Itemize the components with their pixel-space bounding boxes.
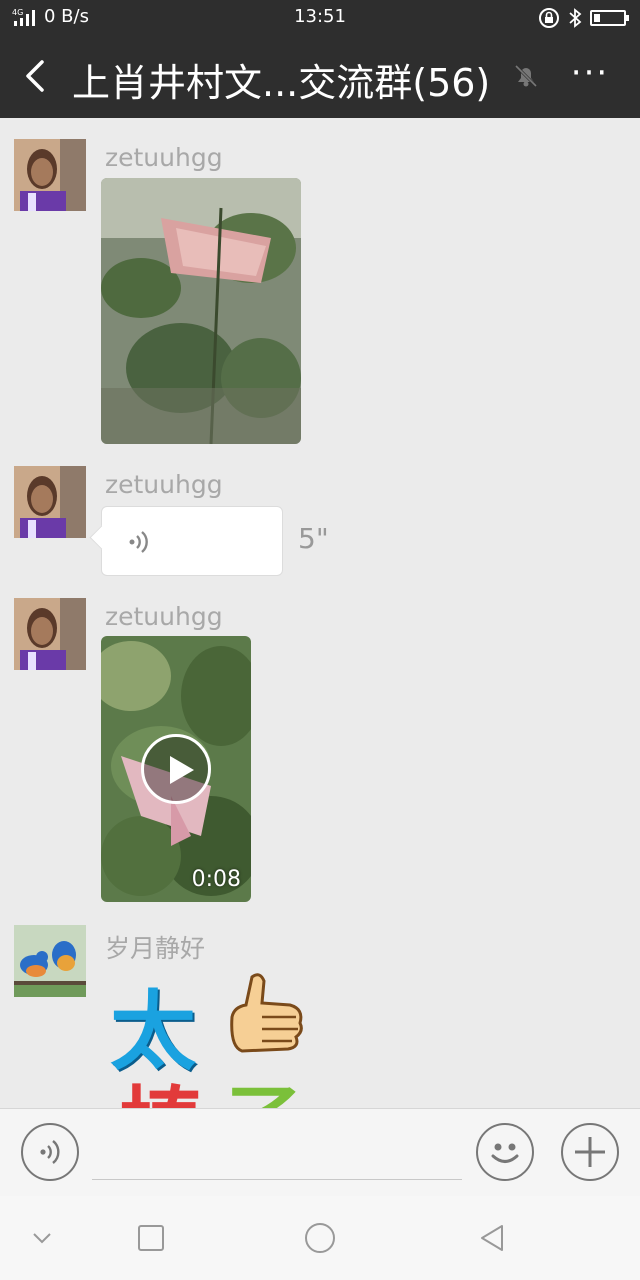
plus-icon[interactable] [561, 1123, 619, 1181]
bell-off-icon [514, 64, 538, 88]
sender-name: zetuuhgg [105, 602, 223, 631]
square-icon[interactable] [129, 1216, 173, 1260]
voice-duration: 5" [298, 522, 329, 555]
chat-title[interactable]: 上肖井村文...交流群(56) [72, 52, 490, 107]
avatar[interactable] [14, 925, 86, 997]
input-bar [0, 1108, 640, 1196]
message-item: 岁月静好 太 棒 了 [14, 925, 614, 1109]
avatar[interactable] [14, 139, 86, 211]
triangle-back-icon[interactable] [470, 1216, 514, 1260]
sticker-text: 棒 [118, 1057, 204, 1109]
message-item: zetuuhgg 5" [14, 466, 614, 586]
video-duration: 0:08 [191, 867, 241, 892]
bluetooth-icon [569, 8, 582, 28]
lock-rotation-icon [539, 8, 559, 28]
sender-name: 岁月静好 [105, 934, 206, 963]
circle-icon[interactable] [298, 1216, 342, 1260]
status-bar: 4G 0 B/s 13:51 [0, 0, 640, 34]
voice-wave-icon [129, 531, 148, 553]
thumbs-up-icon [230, 973, 303, 1053]
message-input[interactable] [92, 1129, 462, 1177]
input-underline [92, 1179, 462, 1180]
chevron-down-icon[interactable] [20, 1216, 64, 1260]
sender-name: zetuuhgg [105, 470, 223, 499]
avatar[interactable] [14, 598, 86, 670]
system-nav-bar [0, 1196, 640, 1280]
sender-name: zetuuhgg [105, 143, 223, 172]
battery-icon [590, 10, 629, 26]
voice-message[interactable] [101, 506, 283, 576]
emoji-icon[interactable] [476, 1123, 534, 1181]
status-right [538, 7, 629, 29]
chat-header: 上肖井村文...交流群(56) ··· [0, 34, 640, 118]
message-item: zetuuhgg [14, 139, 614, 449]
avatar[interactable] [14, 466, 86, 538]
message-item: zetuuhgg 0:08 [14, 598, 614, 908]
voice-icon[interactable] [21, 1123, 79, 1181]
chevron-left-icon[interactable] [20, 54, 60, 98]
image-message[interactable] [101, 178, 301, 444]
video-message[interactable]: 0:08 [101, 636, 251, 902]
play-icon[interactable] [141, 734, 211, 804]
more-icon[interactable]: ··· [568, 56, 612, 96]
